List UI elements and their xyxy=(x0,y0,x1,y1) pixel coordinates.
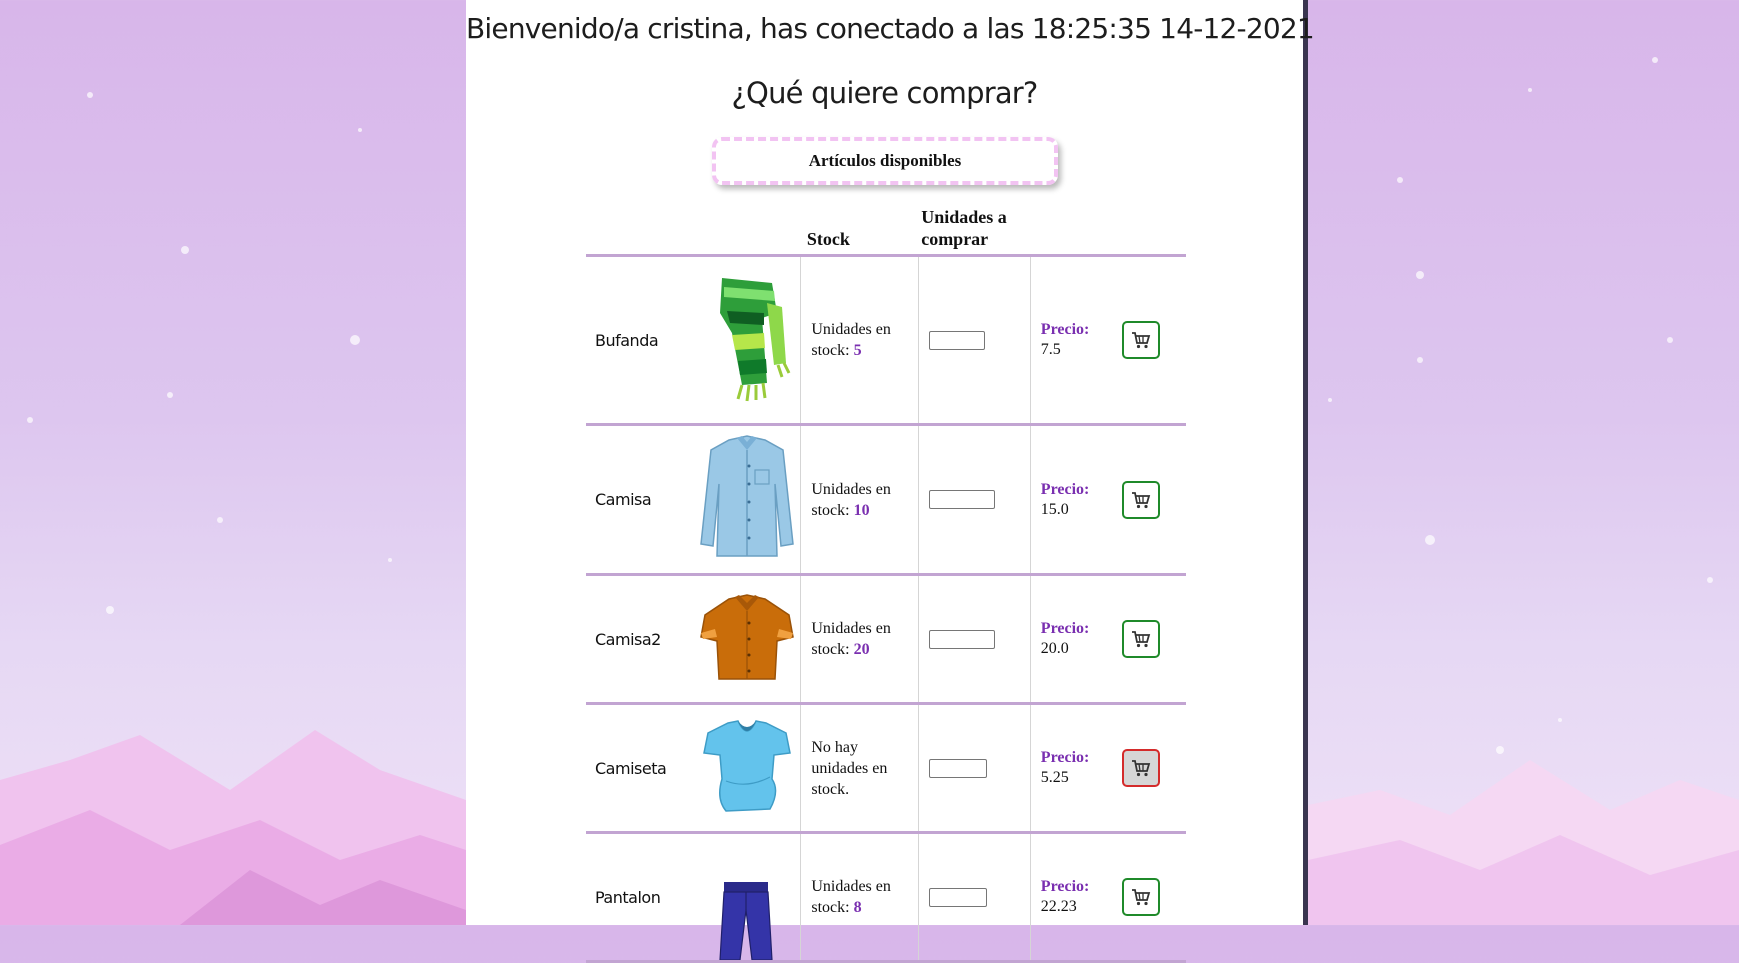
stock-count: 20 xyxy=(853,641,870,658)
product-name: Camiseta xyxy=(586,703,694,834)
add-to-cart-button[interactable] xyxy=(1122,480,1161,519)
cart-icon xyxy=(1132,631,1151,648)
price-label: Precio: xyxy=(1040,480,1090,498)
price-cell: Precio: 20.0 xyxy=(1030,574,1115,705)
price-label: Precio: xyxy=(1040,749,1090,766)
stock-text: Unidades en stock: xyxy=(811,321,891,359)
quantity-input[interactable] xyxy=(928,490,995,509)
product-name: Camisa2 xyxy=(586,574,694,705)
quantity-input[interactable] xyxy=(928,629,995,649)
table-row: Camisa Unidades en stock: 10 Precio: 15.0 xyxy=(586,424,1186,576)
table-row: Pantalon Unidades en stock: 8 Precio: 22.… xyxy=(586,832,1186,963)
stock-cell: Unidades en stock: 8 xyxy=(800,832,919,963)
stock-text: No hay unidades en stock. xyxy=(811,738,888,798)
price-value: 7.5 xyxy=(1040,341,1061,358)
stock-cell: Unidades en stock: 20 xyxy=(800,574,919,705)
price-value: 22.23 xyxy=(1040,898,1077,915)
stock-cell: Unidades en stock: 5 xyxy=(800,255,919,426)
header-stock: Stock xyxy=(800,206,919,257)
price-cell: Precio: 5.25 xyxy=(1030,703,1115,834)
main-panel: Bienvenido/a cristina, has conectado a l… xyxy=(466,0,1315,963)
short-sleeve-shirt-image xyxy=(700,593,795,680)
welcome-message: Bienvenido/a cristina, has conectado a l… xyxy=(466,12,1315,45)
price-value: 15.0 xyxy=(1040,500,1069,518)
price-cell: Precio: 22.23 xyxy=(1030,832,1115,963)
quantity-input[interactable] xyxy=(928,758,987,778)
product-name: Bufanda xyxy=(586,255,694,426)
add-to-cart-button[interactable] xyxy=(1122,620,1161,658)
quantity-input[interactable] xyxy=(928,330,985,350)
table-header-row: Stock Unidades a comprar xyxy=(586,206,1186,257)
stock-cell: Unidades en stock: 10 xyxy=(800,424,919,576)
pants-image xyxy=(719,882,773,960)
stock-cell: No hay unidades en stock. xyxy=(800,703,919,834)
table-row: Camiseta No hay unidades en stock. Preci… xyxy=(586,703,1186,834)
add-to-cart-button[interactable] xyxy=(1122,321,1161,359)
stock-text: Unidades en stock: xyxy=(811,620,891,658)
products-table: Stock Unidades a comprar Bufanda Unidade… xyxy=(586,206,1186,963)
price-label: Precio: xyxy=(1040,321,1090,338)
price-value: 5.25 xyxy=(1040,769,1069,786)
add-to-cart-button[interactable] xyxy=(1122,878,1161,916)
product-name: Camisa xyxy=(586,424,694,576)
table-row: Camisa2 Unidades en stock: 20 Precio: 20.… xyxy=(586,574,1186,705)
product-name: Pantalon xyxy=(586,832,694,963)
cart-icon xyxy=(1132,491,1151,508)
header-price xyxy=(1030,206,1115,257)
page-question: ¿Qué quiere comprar? xyxy=(731,76,1038,110)
available-items-box: Artículos disponibles xyxy=(712,137,1058,185)
cart-icon xyxy=(1132,332,1151,349)
header-units: Unidades a comprar xyxy=(918,206,1031,257)
price-cell: Precio: 15.0 xyxy=(1030,424,1115,576)
shirt-image xyxy=(700,435,794,557)
stock-count: 8 xyxy=(853,899,862,916)
stock-text: Unidades en stock: xyxy=(811,878,891,916)
quantity-input[interactable] xyxy=(928,887,987,907)
stock-text: Unidades en stock: xyxy=(811,480,891,519)
scarf-image xyxy=(720,277,791,401)
price-value: 20.0 xyxy=(1040,640,1069,657)
price-label: Precio: xyxy=(1040,878,1090,895)
price-cell: Precio: 7.5 xyxy=(1030,255,1115,426)
price-label: Precio: xyxy=(1040,620,1090,637)
header-image xyxy=(693,206,801,257)
cart-icon xyxy=(1132,889,1151,906)
add-to-cart-button-disabled[interactable] xyxy=(1122,749,1161,787)
cart-icon xyxy=(1132,760,1151,777)
stock-count: 10 xyxy=(853,501,870,519)
stock-count: 5 xyxy=(853,342,862,359)
table-row: Bufanda Unidades en stock: 5 Precio: 7.5 xyxy=(586,255,1186,426)
tshirt-image xyxy=(703,719,792,812)
header-action xyxy=(1114,206,1186,257)
header-name xyxy=(586,206,694,257)
